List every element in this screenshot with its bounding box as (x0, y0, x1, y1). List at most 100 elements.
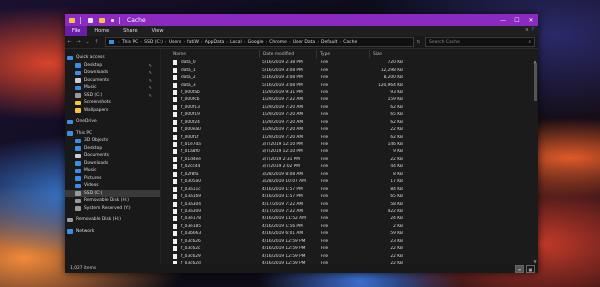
new-folder-icon[interactable] (99, 17, 105, 23)
breadcrumb-item[interactable]: User Data (293, 40, 315, 45)
nav-item[interactable]: Music (65, 167, 160, 175)
breadcrumb-item[interactable]: AppData (205, 40, 225, 45)
nav-item[interactable]: 3D Objects (65, 137, 160, 145)
table-row[interactable]: f_03e178 4/16/2019 11:52 AM File 24 KB (161, 215, 538, 222)
breadcrumb-item[interactable]: SSD (C:) (144, 40, 163, 45)
table-row[interactable]: f_000fab 1/29/2019 9:31 PM File 93 KB (161, 89, 538, 96)
breadcrumb-separator[interactable]: › (265, 40, 267, 45)
pin-icon[interactable]: ✎ (149, 70, 152, 75)
table-row[interactable]: data_0 5/16/2019 2:38 PM File 720 KB (161, 59, 538, 66)
breadcrumb-separator[interactable]: › (339, 40, 341, 45)
nav-item[interactable]: Desktop (65, 145, 160, 153)
table-row[interactable]: f_01e7da 3/7/2019 12:10 PM File 146 KB (161, 141, 538, 148)
table-row[interactable]: f_01d4ee 3/7/2019 2:31 PM File 22 KB (161, 156, 538, 163)
breadcrumb-separator[interactable]: › (244, 40, 246, 45)
nav-item[interactable]: Music ✎ (65, 84, 160, 92)
nav-item[interactable]: Videos (65, 182, 160, 190)
table-row[interactable]: f_03c626 4/16/2019 12:59 PM File 23 KB (161, 238, 538, 245)
up-arrow-icon[interactable]: ↑ (92, 39, 101, 45)
dropdown-icon[interactable] (111, 18, 114, 22)
breadcrumb-separator[interactable]: › (140, 40, 142, 45)
properties-icon[interactable] (88, 17, 93, 23)
nav-item[interactable]: Pictures (65, 175, 160, 183)
breadcrumb-separator[interactable]: › (165, 40, 167, 45)
nav-item[interactable]: Wallpapers (65, 107, 160, 115)
table-row[interactable]: f_03c629 4/16/2019 12:59 PM File 22 KB (161, 252, 538, 259)
table-row[interactable]: f_0305a0 3/28/2019 10:07 AM File 17 KB (161, 178, 538, 185)
column-header-name[interactable]: Name (161, 50, 260, 58)
nav-item[interactable]: Network (65, 228, 160, 236)
nav-item[interactable]: Screenshots (65, 99, 160, 107)
column-header-type[interactable]: Type (317, 50, 370, 58)
nav-item[interactable]: Quick access (65, 54, 160, 62)
nav-item[interactable]: SSD (C:) ✎ (65, 92, 160, 100)
close-button[interactable]: ✕ (524, 14, 538, 26)
breadcrumb-item[interactable]: Local (230, 40, 242, 45)
expand-ribbon-icon[interactable]: v (525, 27, 528, 33)
table-row[interactable]: f_03b663 4/16/2019 6:01 AM File 59 KB (161, 230, 538, 237)
nav-item[interactable]: SSD (C:) (65, 189, 160, 197)
breadcrumb-separator[interactable]: › (201, 40, 203, 45)
table-row[interactable]: f_000f13 1/29/2019 7:20 AM File 62 KB (161, 104, 538, 111)
breadcrumb-item[interactable]: Default (321, 40, 337, 45)
recent-dropdown-icon[interactable]: ⌄ (83, 39, 92, 45)
breadcrumb-separator[interactable]: › (226, 40, 228, 45)
table-row[interactable]: f_03c62c 4/16/2019 12:59 PM File 22 KB (161, 245, 538, 252)
table-row[interactable]: f_02f8fa 3/28/2019 8:08 AM File 8 KB (161, 171, 538, 178)
nav-item[interactable]: Removable Disk (H:) (65, 197, 160, 205)
breadcrumb-separator[interactable]: › (317, 40, 319, 45)
pin-icon[interactable]: ✎ (149, 85, 152, 90)
breadcrumb-item[interactable]: This PC (122, 40, 138, 45)
forward-arrow-icon[interactable]: → (74, 39, 83, 45)
table-row[interactable]: f_000fcb 1/29/2019 7:22 AM File 159 KB (161, 96, 538, 103)
details-view-icon[interactable]: ≡ (515, 265, 524, 273)
scrollbar-thumb[interactable] (534, 63, 537, 101)
column-header-size[interactable]: Size (370, 50, 403, 58)
search-input[interactable]: Search Cache ⌕ (425, 37, 535, 47)
pin-icon[interactable]: ✎ (149, 93, 152, 98)
pin-icon[interactable]: ✎ (149, 78, 152, 83)
maximize-button[interactable]: ☐ (510, 14, 524, 26)
pin-icon[interactable]: ✎ (149, 63, 152, 68)
tab-share[interactable]: Share (116, 26, 144, 36)
table-row[interactable]: f_03a304 4/17/2019 7:22 AM File 58 KB (161, 200, 538, 207)
breadcrumb-separator[interactable]: › (183, 40, 185, 45)
table-row[interactable]: f_000f1f 1/29/2019 7:20 AM File 62 KB (161, 133, 538, 140)
nav-item[interactable]: Removable Disk (H:) (65, 216, 160, 224)
address-bar[interactable]: › This PC › SSD (C:) › Users › fatiW › AppData › Lo… (105, 37, 414, 47)
nav-item[interactable]: System Reserved (Y:) (65, 205, 160, 213)
table-row[interactable]: f_000f19 1/29/2019 7:20 AM File 65 KB (161, 111, 538, 118)
table-row[interactable]: f_000ea0 1/29/2019 7:20 AM File 22 KB (161, 126, 538, 133)
nav-item[interactable]: Desktop ✎ (65, 62, 160, 70)
tab-view[interactable]: View (145, 26, 171, 36)
nav-item[interactable]: Documents (65, 152, 160, 160)
table-row[interactable]: data_3 5/16/2019 3:08 PM File 120,964 KB (161, 81, 538, 88)
breadcrumb-item[interactable]: Chrome (269, 40, 287, 45)
title-bar[interactable]: Cache — ☐ ✕ (65, 14, 538, 26)
table-row[interactable]: f_03a169 4/16/2019 1:57 PM File 65 KB (161, 193, 538, 200)
breadcrumb-item[interactable]: Google (248, 40, 264, 45)
table-row[interactable]: f_03a309 4/17/2019 7:22 AM File 422 KB (161, 208, 538, 215)
vertical-scrollbar[interactable]: ▲ ▼ (532, 59, 538, 264)
refresh-icon[interactable]: ↻ (414, 40, 423, 45)
nav-item[interactable]: Downloads (65, 160, 160, 168)
breadcrumb-separator[interactable]: › (289, 40, 291, 45)
table-row[interactable]: f_01a8f0 3/7/2019 12:10 PM File 9 KB (161, 148, 538, 155)
table-row[interactable]: f_03e185 4/16/2019 1:56 PM File 2 KB (161, 223, 538, 230)
nav-item[interactable]: OneDrive (65, 118, 160, 126)
column-header-date[interactable]: Date modified (260, 50, 317, 58)
breadcrumb-item[interactable]: Users (169, 40, 182, 45)
minimize-button[interactable]: — (496, 14, 510, 26)
breadcrumb-separator[interactable]: › (118, 40, 120, 45)
help-icon[interactable]: ? (531, 27, 534, 33)
table-row[interactable]: f_03a11c 4/16/2019 1:57 PM File 84 KB (161, 185, 538, 192)
large-icons-view-icon[interactable]: ▦ (526, 265, 535, 273)
back-arrow-icon[interactable]: ← (65, 39, 74, 45)
tab-home[interactable]: Home (87, 26, 116, 36)
nav-item[interactable]: Downloads ✎ (65, 69, 160, 77)
table-row[interactable]: f_000f24 1/29/2019 7:20 AM File 62 KB (161, 119, 538, 126)
tab-file[interactable]: File (65, 26, 88, 36)
breadcrumb-item[interactable]: fatiW (187, 40, 199, 45)
table-row[interactable]: f_02cc44 3/7/2019 2:02 PM File 44 KB (161, 163, 538, 170)
nav-item[interactable]: This PC (65, 130, 160, 138)
